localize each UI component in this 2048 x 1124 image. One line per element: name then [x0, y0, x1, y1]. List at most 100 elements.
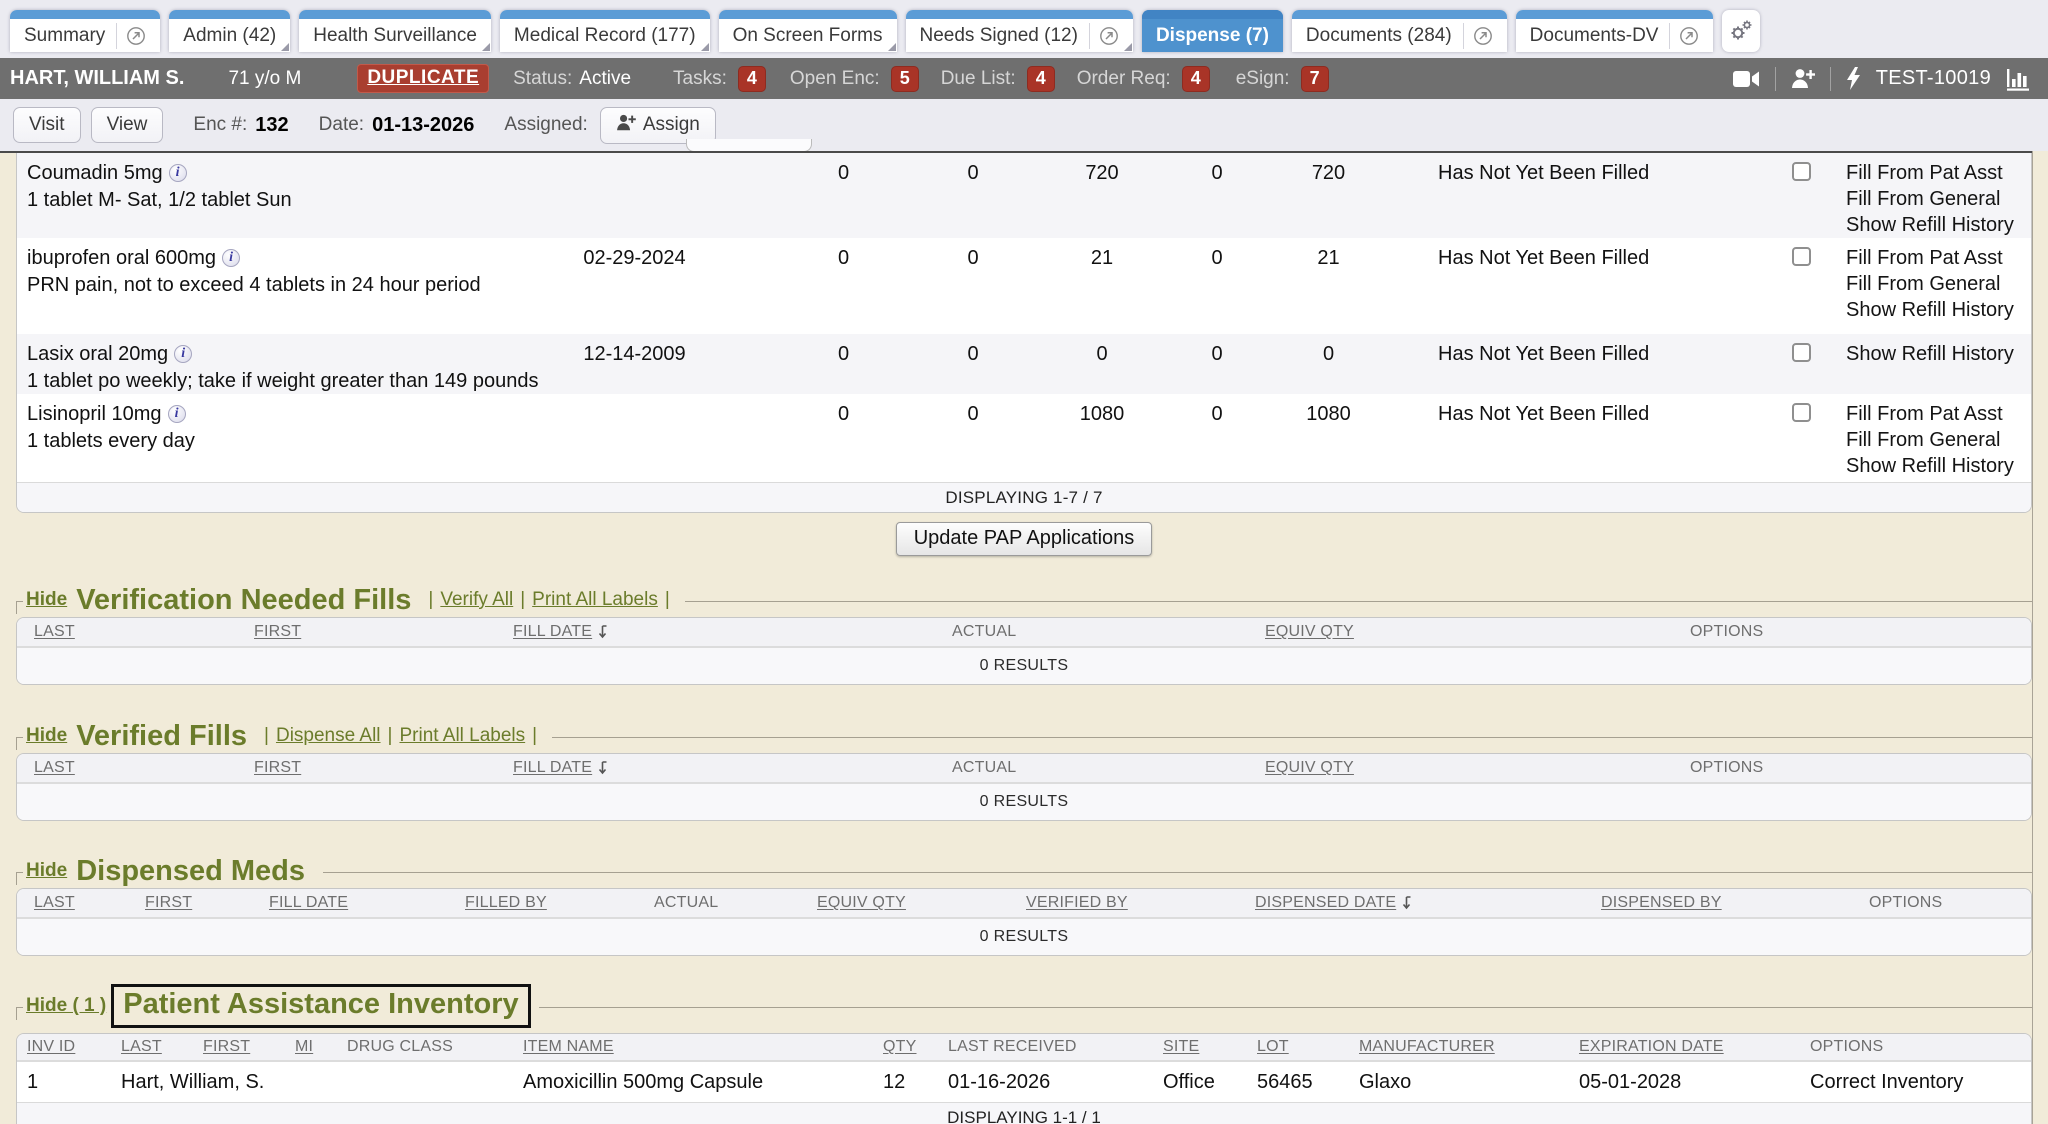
- fill-from-general-link[interactable]: Fill From General: [1846, 186, 2031, 212]
- update-pap-applications-button[interactable]: Update PAP Applications: [896, 522, 1153, 556]
- add-person-icon[interactable]: [1791, 68, 1815, 89]
- assign-button[interactable]: Assign: [600, 107, 716, 144]
- medication-row: Lisinopril 10mg 1 tablets every day 0 0 …: [17, 394, 2031, 482]
- info-icon[interactable]: [222, 249, 240, 267]
- col-item-name[interactable]: ITEM NAME: [513, 1038, 873, 1056]
- fill-from-general-link[interactable]: Fill From General: [1846, 427, 2031, 453]
- col-fill-date[interactable]: FILL DATE: [252, 894, 448, 912]
- info-icon[interactable]: [174, 345, 192, 363]
- col-qty[interactable]: QTY: [873, 1038, 938, 1056]
- hide-dispensed-meds-link[interactable]: Hide: [26, 860, 67, 882]
- col-options: OPTIONS: [1673, 759, 2031, 777]
- dispense-all-link[interactable]: Dispense All: [276, 725, 381, 747]
- popout-icon[interactable]: [116, 23, 146, 49]
- row-checkbox[interactable]: [1792, 247, 1811, 266]
- tab-documents-dv[interactable]: Documents-DV: [1516, 10, 1714, 52]
- row-checkbox[interactable]: [1792, 403, 1811, 422]
- duplicate-flag-badge[interactable]: DUPLICATE: [357, 64, 489, 93]
- popout-icon[interactable]: [1669, 23, 1699, 49]
- fill-from-pat-asst-link[interactable]: Fill From Pat Asst: [1846, 401, 2031, 427]
- col-lot[interactable]: LOT: [1247, 1038, 1349, 1056]
- order-req-count-badge[interactable]: 4: [1182, 66, 1210, 92]
- tab-label: Health Surveillance: [313, 25, 477, 47]
- hide-inventory-link[interactable]: Hide ( 1 ): [26, 995, 106, 1017]
- chart-stats-icon[interactable]: [2006, 67, 2032, 91]
- fill-from-general-link[interactable]: Fill From General: [1846, 271, 2031, 297]
- tab-dispense[interactable]: Dispense (7): [1142, 10, 1283, 52]
- col-dispensed-by[interactable]: DISPENSED BY: [1584, 894, 1852, 912]
- col-inv-id[interactable]: INV ID: [17, 1038, 111, 1056]
- col-manufacturer[interactable]: MANUFACTURER: [1349, 1038, 1569, 1056]
- tasks-count-badge[interactable]: 4: [738, 66, 766, 92]
- tab-admin[interactable]: Admin (42): [169, 10, 290, 52]
- tab-accent: [500, 10, 710, 19]
- tab-health-surveillance[interactable]: Health Surveillance: [299, 10, 491, 52]
- show-refill-history-link[interactable]: Show Refill History: [1846, 297, 2031, 323]
- col-first[interactable]: FIRST: [193, 1038, 285, 1056]
- dispensed-meds-table: LAST FIRST FILL DATE FILLED BY ACTUAL EQ…: [16, 888, 2032, 956]
- date-value: 01-13-2026: [372, 114, 474, 137]
- tab-settings-gear-icon[interactable]: [1722, 10, 1760, 52]
- col-equiv-qty[interactable]: EQUIV QTY: [800, 894, 1009, 912]
- row-checkbox[interactable]: [1792, 343, 1811, 362]
- due-list-count-badge[interactable]: 4: [1027, 66, 1055, 92]
- col-verified-by[interactable]: VERIFIED BY: [1009, 894, 1238, 912]
- col-last[interactable]: LAST: [17, 759, 237, 777]
- vertical-scrollbar[interactable]: [2032, 151, 2048, 1124]
- col-first[interactable]: FIRST: [237, 623, 496, 641]
- print-all-labels-link[interactable]: Print All Labels: [399, 725, 525, 747]
- fill-from-pat-asst-link[interactable]: Fill From Pat Asst: [1846, 160, 2031, 186]
- col-site[interactable]: SITE: [1153, 1038, 1247, 1056]
- esign-count-badge[interactable]: 7: [1301, 66, 1329, 92]
- drug-sig: 1 tablets every day: [27, 428, 577, 454]
- col-mi[interactable]: MI: [285, 1038, 337, 1056]
- verify-all-link[interactable]: Verify All: [440, 589, 513, 611]
- col-first[interactable]: FIRST: [128, 894, 252, 912]
- col-expiration-date[interactable]: EXPIRATION DATE: [1569, 1038, 1800, 1056]
- col-last[interactable]: LAST: [111, 1038, 193, 1056]
- col-filled-by[interactable]: FILLED BY: [448, 894, 637, 912]
- lightning-icon[interactable]: [1846, 67, 1861, 90]
- col-first[interactable]: FIRST: [237, 759, 496, 777]
- col-options: OPTIONS: [1800, 1038, 2031, 1056]
- tab-summary[interactable]: Summary: [10, 10, 160, 52]
- show-refill-history-link[interactable]: Show Refill History: [1846, 453, 2031, 479]
- col-last[interactable]: LAST: [17, 623, 237, 641]
- inventory-paging-status: DISPLAYING 1-1 / 1: [17, 1102, 2031, 1124]
- medication-row: ibuprofen oral 600mg PRN pain, not to ex…: [17, 238, 2031, 334]
- patient-id: TEST-10019: [1876, 67, 1991, 90]
- popout-icon[interactable]: [1089, 23, 1119, 49]
- print-all-labels-link[interactable]: Print All Labels: [532, 589, 658, 611]
- col-equiv-qty[interactable]: EQUIV QTY: [1248, 759, 1673, 777]
- col-fill-date[interactable]: FILL DATE: [513, 759, 592, 777]
- row-checkbox[interactable]: [1792, 162, 1811, 181]
- qty-value: 720: [1270, 153, 1387, 187]
- drug-name: Coumadin 5mg: [27, 162, 163, 184]
- show-refill-history-link[interactable]: Show Refill History: [1846, 212, 2031, 238]
- fill-date: 12-14-2009: [577, 334, 692, 368]
- section-rule: [685, 601, 2032, 602]
- fill-from-pat-asst-link[interactable]: Fill From Pat Asst: [1846, 245, 2031, 271]
- fieldset-corner: [16, 601, 23, 614]
- col-equiv-qty[interactable]: EQUIV QTY: [1248, 623, 1673, 641]
- col-dispensed-date[interactable]: DISPENSED DATE: [1255, 894, 1396, 912]
- popout-icon[interactable]: [1463, 23, 1493, 49]
- tab-medical-record[interactable]: Medical Record (177): [500, 10, 710, 52]
- hide-verified-fills-link[interactable]: Hide: [26, 725, 67, 747]
- show-refill-history-link[interactable]: Show Refill History: [1846, 341, 2031, 367]
- visit-button[interactable]: Visit: [13, 107, 81, 143]
- qty-value: 0: [906, 394, 1040, 428]
- correct-inventory-link[interactable]: Correct Inventory: [1800, 1071, 2031, 1094]
- view-button[interactable]: View: [91, 107, 164, 143]
- info-icon[interactable]: [169, 164, 187, 182]
- open-enc-count-badge[interactable]: 5: [891, 66, 919, 92]
- tab-on-screen-forms[interactable]: On Screen Forms: [719, 10, 897, 52]
- sort-descending-icon: [597, 760, 608, 776]
- video-call-icon[interactable]: [1733, 70, 1760, 88]
- info-icon[interactable]: [168, 405, 186, 423]
- tab-needs-signed[interactable]: Needs Signed (12): [906, 10, 1133, 52]
- tab-documents[interactable]: Documents (284): [1292, 10, 1507, 52]
- col-last[interactable]: LAST: [17, 894, 128, 912]
- hide-verification-needed-link[interactable]: Hide: [26, 589, 67, 611]
- col-fill-date[interactable]: FILL DATE: [513, 623, 592, 641]
